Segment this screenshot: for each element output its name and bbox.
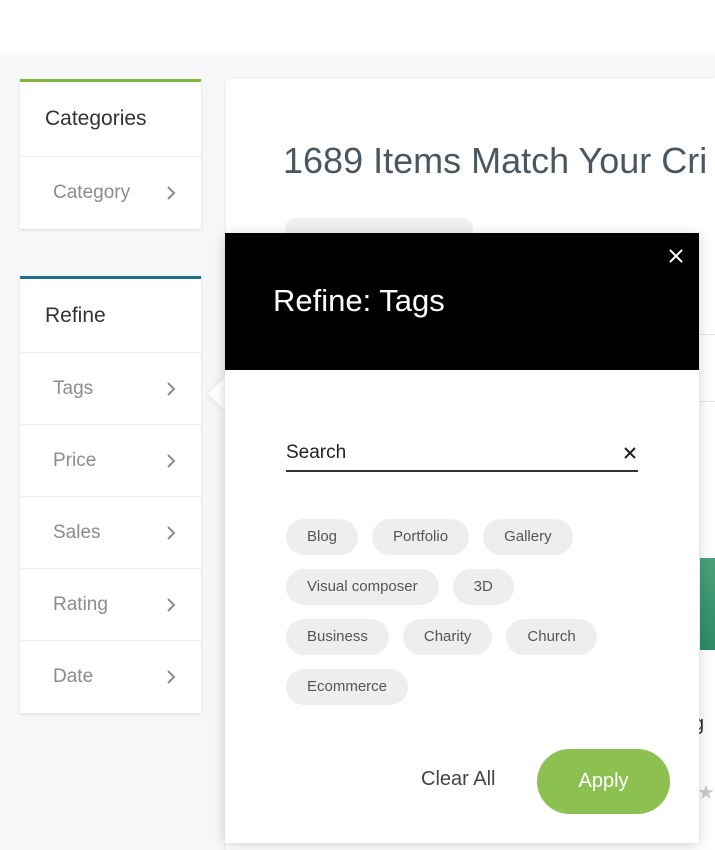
sidebar-item-price[interactable]: Price: [20, 425, 201, 497]
tag-search: [286, 437, 638, 472]
tag-chip-ecommerce[interactable]: Ecommerce: [286, 669, 409, 705]
tag-chip-3d[interactable]: 3D: [452, 569, 514, 605]
divider: [700, 334, 715, 335]
divider: [700, 401, 715, 402]
sidebar-item-label: Tags: [53, 377, 94, 399]
sidebar-item-category[interactable]: Category: [20, 157, 201, 229]
refine-tags-popover: Refine: Tags Blog Portfolio Gallery Visu…: [225, 233, 699, 843]
tag-row: Visual composer 3D: [286, 569, 656, 605]
sidebar-item-rating[interactable]: Rating: [20, 569, 201, 641]
tag-list: Blog Portfolio Gallery Visual composer 3…: [286, 519, 656, 719]
tag-row: Blog Portfolio Gallery: [286, 519, 656, 555]
chevron-right-icon: [167, 453, 176, 468]
item-thumbnail[interactable]: [700, 558, 715, 650]
tag-chip-business[interactable]: Business: [286, 619, 389, 655]
sidebar-item-label: Rating: [53, 593, 108, 615]
tag-chip-portfolio[interactable]: Portfolio: [372, 519, 470, 555]
chevron-right-icon: [167, 186, 176, 200]
tag-search-input[interactable]: [286, 437, 606, 469]
popover-title: Refine: Tags: [273, 283, 445, 318]
sidebar-item-date[interactable]: Date: [20, 641, 201, 713]
sidebar-item-label: Category: [53, 182, 131, 203]
top-bar: [0, 0, 715, 55]
refine-heading: Refine: [20, 279, 201, 353]
clear-search-icon[interactable]: [623, 446, 637, 460]
clear-all-button[interactable]: Clear All: [421, 768, 495, 791]
categories-heading: Categories: [20, 82, 201, 157]
sidebar-item-sales[interactable]: Sales: [20, 497, 201, 569]
star-icon: ★: [697, 782, 715, 804]
categories-card: Categories Category: [20, 79, 201, 229]
tag-chip-charity[interactable]: Charity: [402, 619, 493, 655]
popover-header: Refine: Tags: [225, 233, 699, 370]
chevron-right-icon: [167, 670, 176, 684]
close-icon[interactable]: [667, 247, 685, 265]
sidebar-item-tags[interactable]: Tags: [20, 353, 201, 425]
sidebar-item-label: Price: [53, 449, 97, 471]
sidebar-item-label: Date: [53, 666, 94, 687]
chevron-right-icon: [167, 597, 176, 612]
tag-chip-visual-composer[interactable]: Visual composer: [286, 569, 439, 605]
chevron-right-icon: [167, 381, 176, 396]
apply-button[interactable]: Apply: [537, 749, 670, 814]
chevron-right-icon: [167, 525, 176, 540]
tag-chip-blog[interactable]: Blog: [286, 519, 359, 555]
tag-row: Business Charity Church: [286, 619, 656, 655]
sidebar-item-label: Sales: [53, 521, 101, 543]
results-title: 1689 Items Match Your Cri: [283, 140, 708, 181]
tag-chip-gallery[interactable]: Gallery: [483, 519, 573, 555]
tag-chip-church[interactable]: Church: [506, 619, 597, 655]
refine-card: Refine Tags Price Sales Rating Date: [20, 276, 201, 713]
tag-row: Ecommerce: [286, 669, 656, 705]
